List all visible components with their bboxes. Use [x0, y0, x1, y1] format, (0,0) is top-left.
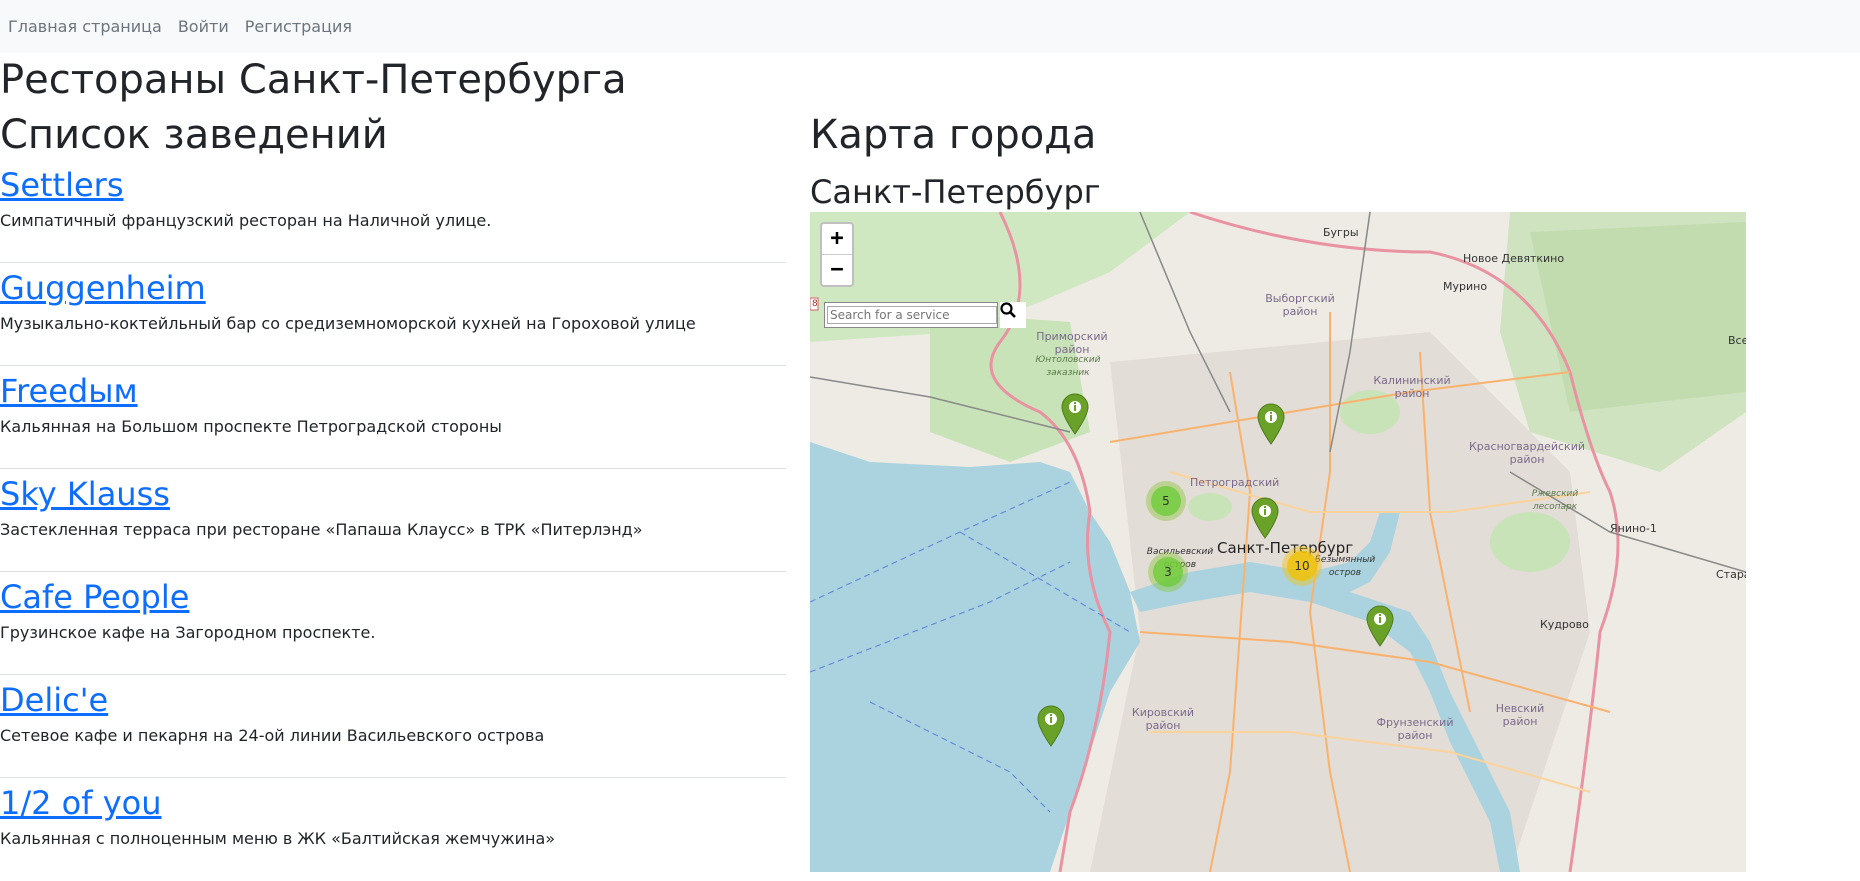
map-label-frunzensky: Фрунзенский район [1376, 716, 1454, 742]
map-zoom-control: + − [820, 222, 854, 287]
map-label-murino: Мурино [1443, 280, 1488, 293]
venue-link[interactable]: Freedым [0, 371, 138, 411]
map-section: Карта города Санкт-Петербург 8 Бугры Нов… [810, 110, 1746, 872]
map-marker-pin[interactable] [1256, 402, 1286, 446]
map-marker-pin[interactable] [1250, 496, 1280, 540]
map-label-vse: Все [1728, 334, 1746, 347]
map-label-petrogradsky: Петроградский [1190, 476, 1280, 489]
city-map[interactable]: 8 Бугры Новое Девяткино Мурино Все Выбор… [810, 212, 1746, 872]
map-label-kudrovo: Кудрово [1540, 618, 1589, 631]
map-cluster-count: 5 [1151, 486, 1181, 516]
map-label-yanino: Янино-1 [1610, 522, 1657, 535]
venue-description: Грузинское кафе на Загородном проспекте. [0, 623, 376, 642]
list-item: Settlers Симпатичный французский рестора… [0, 160, 786, 263]
map-label-yuntolovsky: Юнтоловский заказник [1035, 355, 1101, 378]
zoom-out-button[interactable]: − [822, 255, 852, 285]
list-item: Sky Klauss Застекленная терраса при рест… [0, 469, 786, 572]
map-marker-pin[interactable] [1365, 604, 1395, 648]
venue-list: Settlers Симпатичный французский рестора… [0, 160, 786, 881]
search-icon [1000, 302, 1016, 318]
list-item: Cafe People Грузинское кафе на Загородно… [0, 572, 786, 675]
map-label-kalininsky: Калининский район [1373, 374, 1451, 400]
venue-description: Застекленная терраса при ресторане «Папа… [0, 520, 643, 539]
list-item: 1/2 of you Кальянная с полноценным меню … [0, 778, 786, 881]
venue-description: Кальянная на Большом проспекте Петроград… [0, 417, 502, 436]
map-cluster[interactable]: 10 [1282, 546, 1322, 586]
map-cluster-count: 3 [1153, 557, 1183, 587]
page-title: Рестораны Санкт-Петербурга [0, 57, 627, 103]
venue-description: Сетевое кафе и пекарня на 24-ой линии Ва… [0, 726, 545, 745]
venue-link[interactable]: Sky Klauss [0, 474, 170, 514]
list-item: Guggenheim Музыкально-коктейльный бар со… [0, 263, 786, 366]
map-label-kirovsky: Кировский район [1131, 706, 1195, 732]
venue-link[interactable]: 1/2 of you [0, 783, 161, 823]
nav-login-link[interactable]: Войти [178, 17, 229, 36]
map-label-nevsky: Невский район [1495, 702, 1545, 728]
map-edge-number: 8 [812, 299, 818, 309]
list-item: Delic'e Сетевое кафе и пекарня на 24-ой … [0, 675, 786, 778]
map-label-novoe-devyatkino: Новое Девяткино [1463, 252, 1565, 265]
venue-link[interactable]: Settlers [0, 165, 124, 205]
top-navbar: Главная страница Войти Регистрация [0, 0, 1860, 53]
venue-link[interactable]: Cafe People [0, 577, 189, 617]
map-section-title: Карта города [810, 112, 1097, 158]
venue-link[interactable]: Delic'e [0, 680, 108, 720]
map-search-button[interactable] [1000, 302, 1026, 328]
nav-home-link[interactable]: Главная страница [8, 17, 162, 36]
map-search-input[interactable] [827, 306, 997, 324]
map-marker-pin[interactable] [1036, 704, 1066, 748]
venue-list-title: Список заведений [0, 112, 388, 158]
map-label-rzhevsky: Ржевский лесопарк [1531, 489, 1579, 512]
map-label-vyborgsky: Выборгский район [1265, 292, 1335, 318]
map-marker-pin[interactable] [1060, 392, 1090, 436]
zoom-in-button[interactable]: + [822, 224, 852, 255]
map-label-primorsky: Приморский район [1036, 330, 1108, 356]
nav-register-link[interactable]: Регистрация [245, 17, 352, 36]
map-cluster[interactable]: 3 [1148, 552, 1188, 592]
venue-description: Симпатичный французский ресторан на Нали… [0, 211, 492, 230]
venue-description: Кальянная с полноценным меню в ЖК «Балти… [0, 829, 556, 848]
venue-list-section: Список заведений Settlers Симпатичный фр… [0, 110, 786, 881]
map-cluster-count: 10 [1287, 551, 1317, 581]
map-cluster[interactable]: 5 [1146, 481, 1186, 521]
venue-link[interactable]: Guggenheim [0, 268, 206, 308]
venue-description: Музыкально-коктейльный бар со средиземно… [0, 314, 696, 333]
map-label-stara: Стара [1716, 568, 1746, 581]
list-item: Freedым Кальянная на Большом проспекте П… [0, 366, 786, 469]
map-label-krasnogvardeysky: Красногвардейский район [1469, 440, 1585, 466]
city-title: Санкт-Петербург [810, 173, 1101, 211]
map-search-box [824, 302, 998, 328]
map-label-bugry: Бугры [1323, 226, 1359, 239]
